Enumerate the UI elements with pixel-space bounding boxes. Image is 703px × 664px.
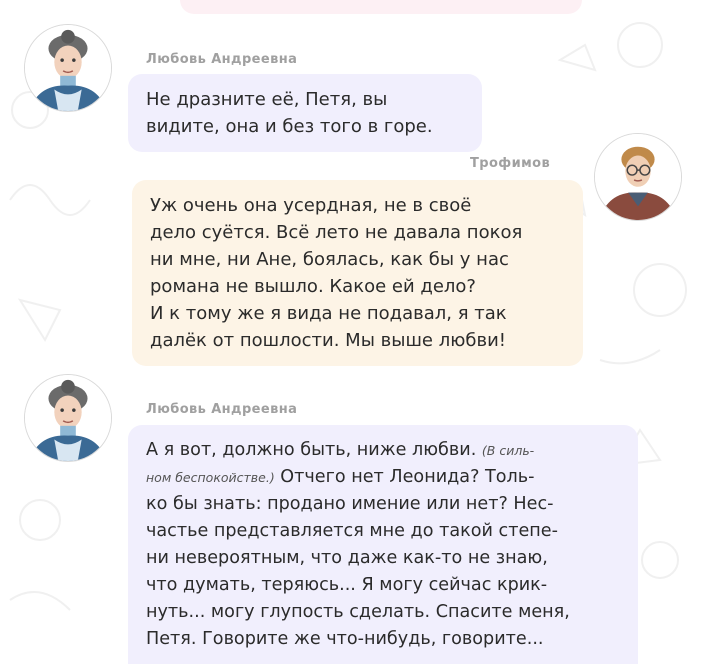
lyubov-portrait-icon — [25, 25, 111, 111]
message-bubble: Не дразните её, Петя, вы видите, она и б… — [128, 74, 482, 152]
message-line: ко бы знать: продано имение или нет? Нес… — [146, 494, 554, 514]
message-line: ни мне, ни Ане, боялась, как бы у нас — [150, 249, 509, 270]
message-line: романа не вышло. Какое ей дело? — [150, 276, 476, 297]
message-line: А я вот, должно быть, ниже любви. (В сил… — [146, 437, 620, 464]
message-text: Отчего нет Леонида? Толь- — [274, 467, 535, 487]
message-line: Не дразните её, Петя, вы — [146, 89, 388, 110]
message-bubble: Уж очень она усердная, не в своё дело су… — [132, 180, 583, 366]
speaker-name: Любовь Андреевна — [146, 52, 298, 67]
stage-direction: ном беспокойстве.) — [146, 470, 275, 485]
message-line: ном беспокойстве.) Отчего нет Леонида? Т… — [146, 464, 620, 491]
message-line: дело суётся. Всё лето не давала покоя — [150, 222, 523, 243]
message-line: далёк от пошлости. Мы выше любви! — [150, 330, 506, 351]
message-line: Петя. Говорите же что-нибудь, говорите..… — [146, 629, 544, 649]
message-line: нуть... могу глупость сделать. Спасите м… — [146, 602, 570, 622]
message-bubble: А я вот, должно быть, ниже любви. (В сил… — [128, 425, 638, 664]
stage-direction: (В силь- — [481, 443, 535, 458]
trofimov-portrait-icon — [595, 134, 681, 220]
message-line: что думать, теряюсь... Я могу сейчас кри… — [146, 575, 548, 595]
message-line: ни невероятным, что даже как-то не знаю, — [146, 548, 548, 568]
lyubov-portrait-icon — [25, 375, 111, 461]
previous-message-bubble — [180, 0, 582, 14]
lyubov-avatar-2 — [24, 374, 112, 462]
message-line: видите, она и без того в горе. — [146, 116, 433, 137]
message-line: частье представляется мне до такой степе… — [146, 521, 558, 541]
trofimov-avatar — [594, 133, 682, 221]
message-line: Уж очень она усердная, не в своё — [150, 195, 472, 216]
message-line: И к тому же я вида не подавал, я так — [150, 303, 507, 324]
speaker-name: Любовь Андреевна — [146, 402, 298, 417]
speaker-name: Трофимов — [470, 156, 551, 171]
message-text: А я вот, должно быть, ниже любви. — [146, 440, 482, 460]
lyubov-avatar-1 — [24, 24, 112, 112]
